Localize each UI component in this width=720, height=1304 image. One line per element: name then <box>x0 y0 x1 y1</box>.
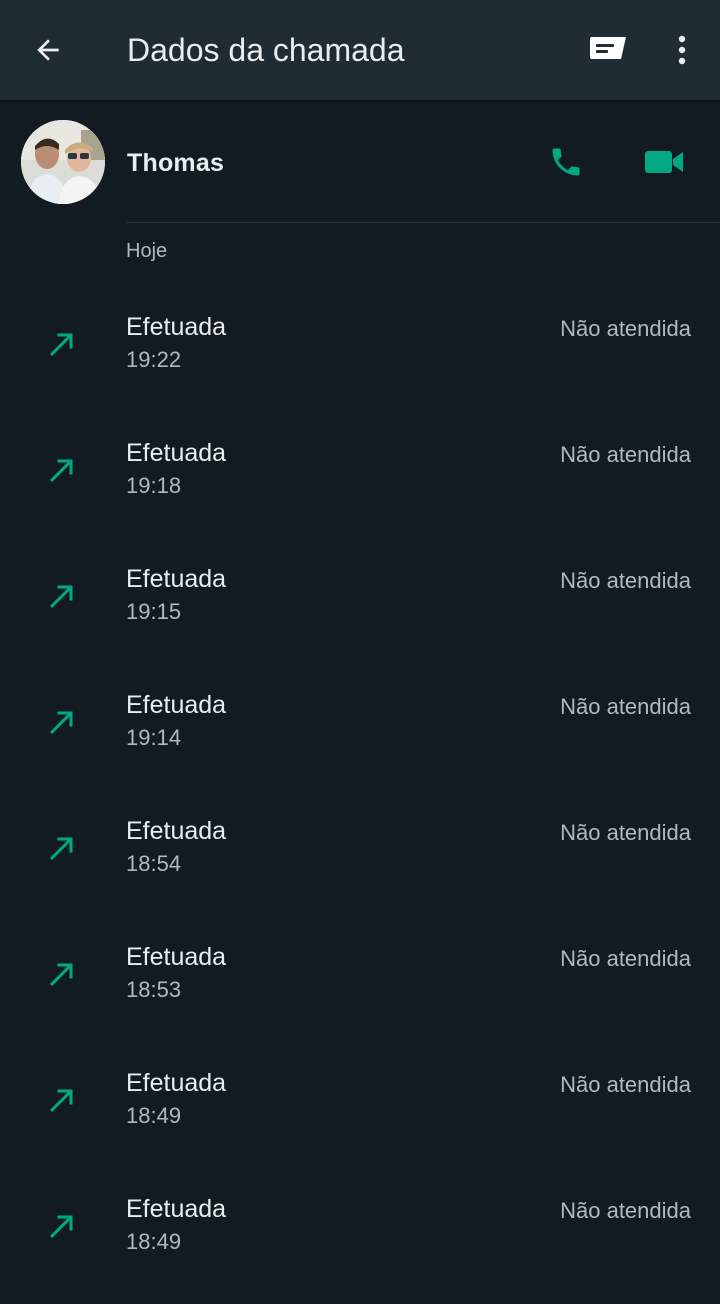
outgoing-call-icon <box>50 711 73 734</box>
call-status: Não atendida <box>560 694 691 719</box>
back-button[interactable] <box>24 26 72 74</box>
message-button[interactable] <box>584 26 632 74</box>
call-log-list: Efetuada 19:22 Não atendida Efetuada 19:… <box>0 280 720 1288</box>
page-title: Dados da chamada <box>127 32 405 68</box>
call-log-row[interactable]: Efetuada 18:53 Não atendida <box>0 910 720 1036</box>
contact-name: Thomas <box>127 149 225 177</box>
call-log-row[interactable]: Efetuada 19:15 Não atendida <box>0 532 720 658</box>
call-time: 19:18 <box>126 473 182 498</box>
call-status: Não atendida <box>560 820 691 845</box>
call-time: 18:49 <box>126 1229 182 1254</box>
call-type: Efetuada <box>126 1069 227 1097</box>
video-camera-icon <box>645 151 683 173</box>
message-icon <box>590 37 626 59</box>
phone-icon <box>552 148 580 176</box>
call-time: 18:54 <box>126 851 182 876</box>
call-details-screen: Dados da chamada Thomas Hoje Efetuada 19… <box>0 0 720 1304</box>
call-status: Não atendida <box>560 442 691 467</box>
call-log-row[interactable]: Efetuada 18:54 Não atendida <box>0 784 720 910</box>
outgoing-call-icon <box>50 459 73 482</box>
avatar-photo <box>21 120 105 204</box>
call-log-row[interactable]: Efetuada 18:49 Não atendida <box>0 1036 720 1162</box>
call-log-row[interactable]: Efetuada 18:49 Não atendida <box>0 1162 720 1288</box>
divider <box>126 222 720 223</box>
more-vertical-icon <box>678 35 686 65</box>
call-type: Efetuada <box>126 943 227 971</box>
contact-header[interactable]: Thomas <box>0 100 720 224</box>
call-time: 19:15 <box>126 599 182 624</box>
call-log-row[interactable]: Efetuada 19:14 Não atendida <box>0 658 720 784</box>
outgoing-call-icon <box>50 1089 73 1112</box>
call-log-row[interactable]: Efetuada 19:22 Não atendida <box>0 280 720 406</box>
more-options-button[interactable] <box>658 26 706 74</box>
voice-call-button[interactable] <box>540 138 592 186</box>
arrow-left-icon <box>37 39 59 61</box>
call-status: Não atendida <box>560 1072 691 1097</box>
call-type: Efetuada <box>126 1195 227 1223</box>
call-time: 19:14 <box>126 725 182 750</box>
outgoing-call-icon <box>50 837 73 860</box>
call-status: Não atendida <box>560 568 691 593</box>
outgoing-call-icon <box>50 963 73 986</box>
video-call-button[interactable] <box>638 138 690 186</box>
call-type: Efetuada <box>126 817 227 845</box>
outgoing-call-icon <box>50 1215 73 1238</box>
outgoing-call-icon <box>50 585 73 608</box>
call-status: Não atendida <box>560 1198 691 1223</box>
call-type: Efetuada <box>126 565 227 593</box>
call-time: 19:22 <box>126 347 182 372</box>
avatar[interactable] <box>21 120 105 204</box>
outgoing-call-icon <box>50 333 73 356</box>
call-status: Não atendida <box>560 316 691 341</box>
call-type: Efetuada <box>126 691 227 719</box>
call-status: Não atendida <box>560 946 691 971</box>
call-time: 18:49 <box>126 1103 182 1128</box>
app-bar: Dados da chamada <box>0 0 720 100</box>
call-type: Efetuada <box>126 439 227 467</box>
call-log-row[interactable]: Efetuada 19:18 Não atendida <box>0 406 720 532</box>
call-time: 18:53 <box>126 977 182 1002</box>
date-section-label: Hoje <box>126 240 168 262</box>
call-type: Efetuada <box>126 313 227 341</box>
